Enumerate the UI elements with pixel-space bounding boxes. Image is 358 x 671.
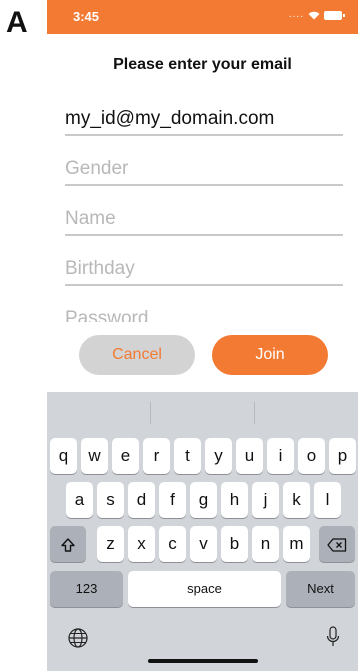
key-o[interactable]: o — [298, 438, 325, 474]
key-x[interactable]: x — [128, 526, 155, 562]
wifi-icon — [308, 11, 320, 19]
key-u[interactable]: u — [236, 438, 263, 474]
key-a[interactable]: a — [66, 482, 93, 518]
birthday-field[interactable]: Birthday — [65, 254, 343, 286]
numbers-key[interactable]: 123 — [50, 571, 123, 607]
battery-icon — [324, 10, 345, 20]
key-q[interactable]: q — [50, 438, 77, 474]
form-title: Please enter your email — [113, 56, 292, 73]
key-b[interactable]: b — [221, 526, 248, 562]
key-w[interactable]: w — [81, 438, 108, 474]
key-c[interactable]: c — [159, 526, 186, 562]
key-k[interactable]: k — [283, 482, 310, 518]
space-key[interactable]: space — [128, 571, 281, 607]
mic-icon[interactable] — [326, 626, 340, 648]
shift-key[interactable] — [50, 526, 86, 562]
key-m[interactable]: m — [283, 526, 310, 562]
globe-icon[interactable] — [67, 627, 89, 649]
backspace-key[interactable] — [319, 526, 355, 562]
cancel-button[interactable]: Cancel — [79, 335, 195, 375]
suggestion-bar — [47, 392, 358, 432]
gender-field[interactable]: Gender — [65, 154, 343, 186]
signal-dots: .... — [288, 9, 304, 20]
name-field[interactable]: Name — [65, 204, 343, 236]
key-i[interactable]: i — [267, 438, 294, 474]
password-field[interactable]: Password — [65, 304, 343, 322]
status-time: 3:45 — [73, 9, 100, 24]
key-f[interactable]: f — [159, 482, 186, 518]
key-j[interactable]: j — [252, 482, 279, 518]
key-l[interactable]: l — [314, 482, 341, 518]
key-s[interactable]: s — [97, 482, 124, 518]
panel-label: A — [6, 6, 28, 39]
status-bar: 3:45 .... — [47, 0, 358, 34]
key-v[interactable]: v — [190, 526, 217, 562]
key-t[interactable]: t — [174, 438, 201, 474]
key-g[interactable]: g — [190, 482, 217, 518]
key-p[interactable]: p — [329, 438, 356, 474]
key-r[interactable]: r — [143, 438, 170, 474]
key-h[interactable]: h — [221, 482, 248, 518]
key-e[interactable]: e — [112, 438, 139, 474]
join-button[interactable]: Join — [212, 335, 328, 375]
key-y[interactable]: y — [205, 438, 232, 474]
phone-screen: 3:45 .... Please enter your email my_id@… — [47, 0, 358, 671]
home-indicator[interactable] — [148, 659, 258, 663]
key-z[interactable]: z — [97, 526, 124, 562]
key-n[interactable]: n — [252, 526, 279, 562]
key-d[interactable]: d — [128, 482, 155, 518]
next-key[interactable]: Next — [286, 571, 355, 607]
backspace-icon — [327, 537, 347, 552]
shift-icon — [61, 537, 75, 552]
status-icons: .... — [288, 9, 345, 20]
email-field[interactable]: my_id@my_domain.com — [65, 104, 343, 136]
suggestion-divider — [254, 402, 255, 424]
suggestion-divider — [150, 402, 151, 424]
